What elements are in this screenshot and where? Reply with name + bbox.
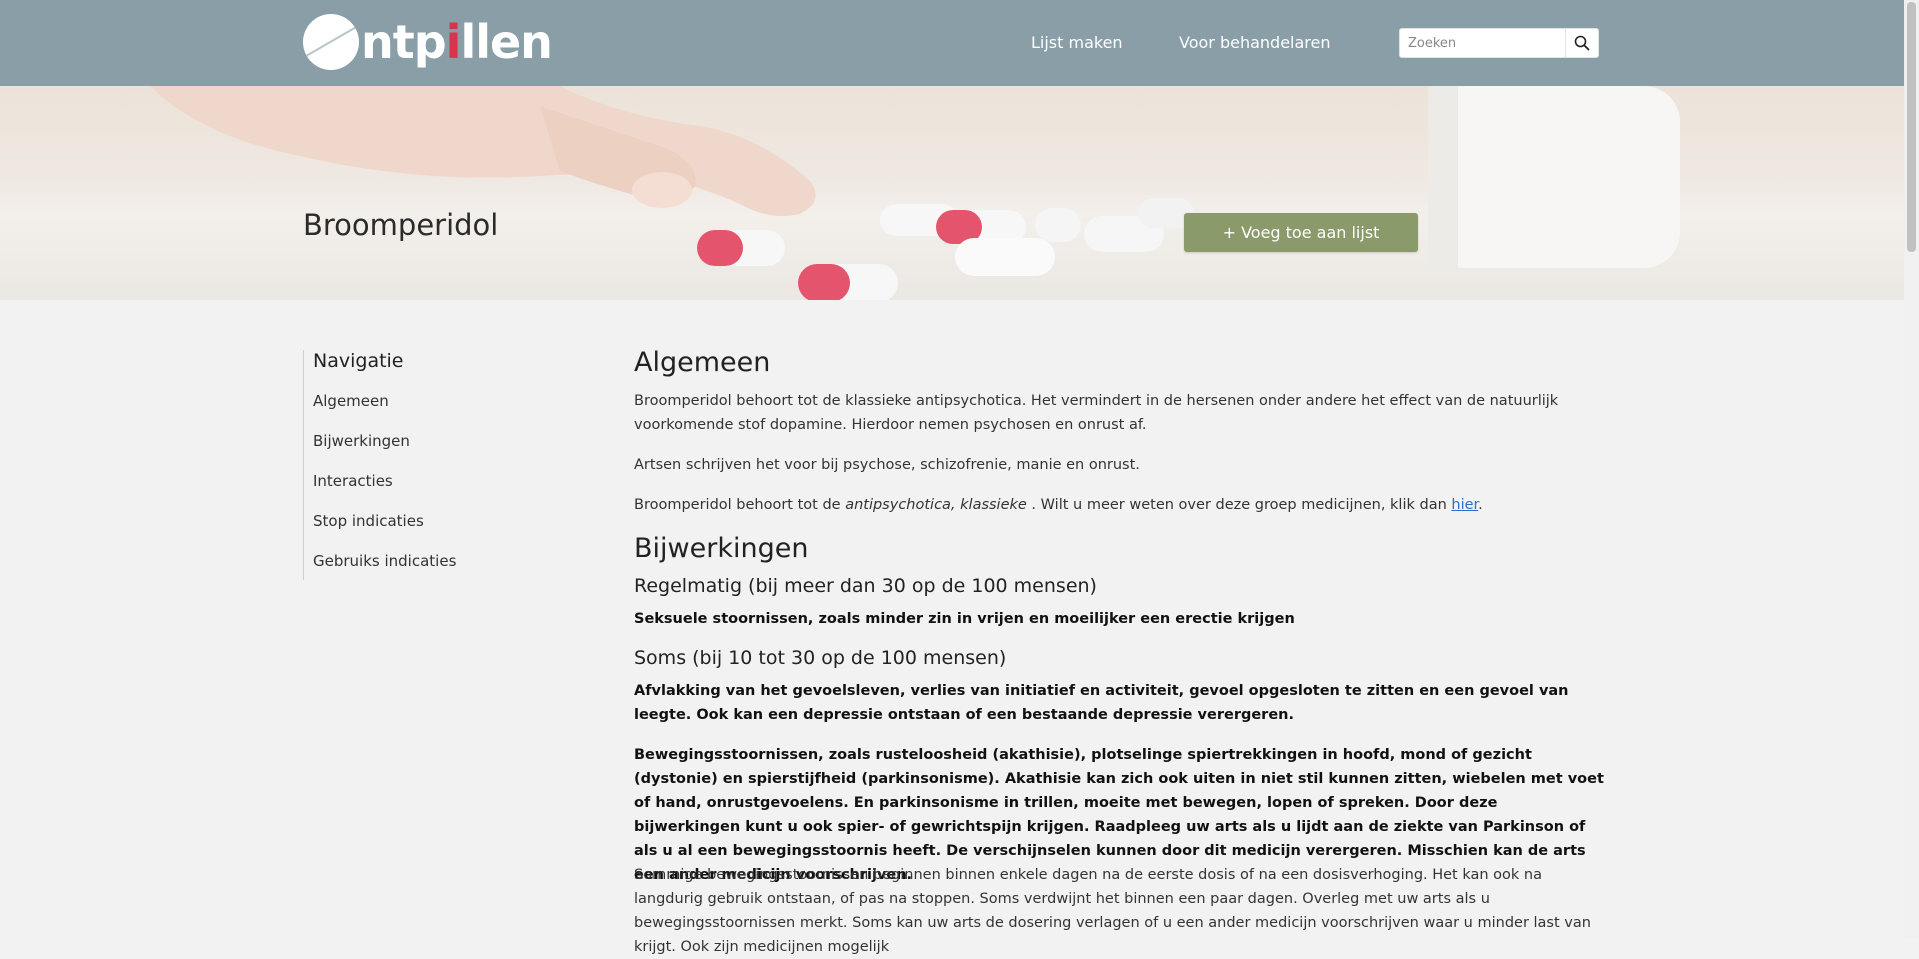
site-logo[interactable]: ntpillen [303, 12, 553, 72]
drug-group-name: antipsychotica, klassieke [845, 497, 1027, 513]
hero-banner: Broomperidol + Voeg toe aan lijst [0, 86, 1904, 300]
sidebar-item-algemeen[interactable]: Algemeen [313, 392, 389, 410]
search-button[interactable] [1565, 29, 1598, 57]
section-title-bijwerkingen: Bijwerkingen [634, 533, 809, 564]
sidebar-item-bijwerkingen[interactable]: Bijwerkingen [313, 432, 410, 450]
nav-lijst-maken[interactable]: Lijst maken [1031, 33, 1123, 52]
side-effect-soms-1: Afvlakking van het gevoelsleven, verlies… [634, 683, 1569, 723]
side-effect-regelmatig-1: Seksuele stoornissen, zoals minder zin i… [634, 611, 1295, 627]
nav-voor-behandelaren[interactable]: Voor behandelaren [1179, 33, 1331, 52]
sidebar-item-gebruiks-indicaties[interactable]: Gebruiks indicaties [313, 552, 456, 570]
subsection-regelmatig: Regelmatig (bij meer dan 30 op de 100 me… [634, 575, 1097, 597]
side-effect-soms-explanation: Sommige bewegingsstoornissen beginnen bi… [634, 867, 1591, 955]
scrollbar-thumb[interactable] [1907, 2, 1916, 252]
sidebar-item-interacties[interactable]: Interacties [313, 472, 393, 490]
subsection-soms: Soms (bij 10 tot 30 op de 100 mensen) [634, 647, 1007, 669]
search-box [1399, 28, 1599, 58]
add-to-list-button[interactable]: + Voeg toe aan lijst [1184, 213, 1418, 252]
top-navigation-bar: ntpillen Lijst maken Voor behandelaren [0, 0, 1904, 86]
drug-group-link[interactable]: hier [1451, 497, 1478, 513]
sidebar-item-stop-indicaties[interactable]: Stop indicaties [313, 512, 424, 530]
algemeen-paragraph-2: Artsen schrijven het voor bij psychose, … [634, 457, 1140, 473]
sidebar-navigation: Navigatie Algemeen Bijwerkingen Interact… [303, 350, 544, 580]
search-input[interactable] [1400, 29, 1566, 57]
algemeen-paragraph-3: Broomperidol behoort tot de antipsychoti… [634, 497, 1483, 513]
page-title: Broomperidol [303, 208, 499, 242]
logo-wordmark: ntpillen [361, 15, 553, 69]
algemeen-paragraph-1: Broomperidol behoort tot de klassieke an… [634, 393, 1559, 433]
section-title-algemeen: Algemeen [634, 347, 771, 378]
hero-pills-photo [150, 86, 1680, 300]
pill-logo-icon [303, 14, 359, 70]
page-scrollbar[interactable] [1904, 0, 1919, 938]
search-icon [1574, 35, 1590, 51]
sidebar-title: Navigatie [313, 350, 404, 372]
